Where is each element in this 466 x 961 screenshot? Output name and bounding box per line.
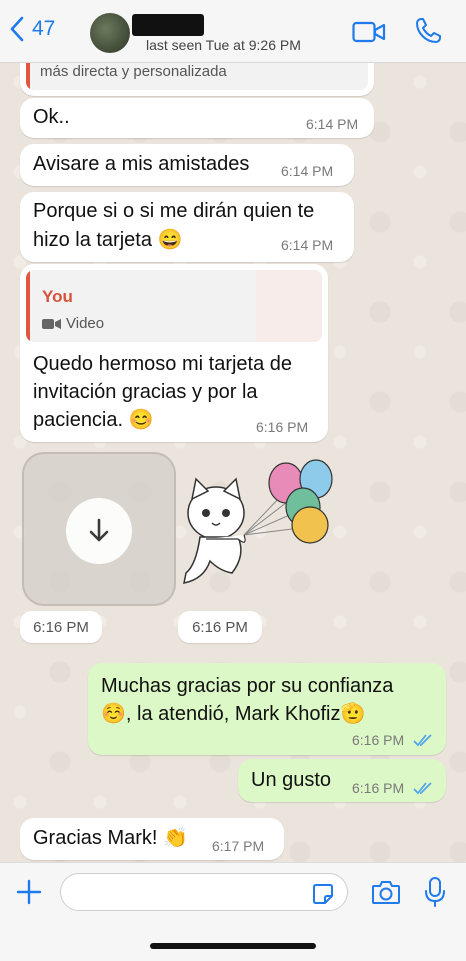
message-text: Avisare a mis amistades <box>33 153 250 175</box>
chat-header: 47 last seen Tue at 9:26 PM <box>0 0 466 63</box>
message-text-line3: paciencia. 😊 <box>33 409 154 431</box>
message-text-line1: Muchas gracias por su confianza <box>101 675 394 697</box>
download-icon <box>89 518 109 542</box>
message-bubble[interactable]: Avisare a mis amistades 6:14 PM <box>20 144 354 186</box>
message-text: Un gusto <box>251 769 332 791</box>
phone-icon[interactable] <box>414 17 442 45</box>
message-text: Gracias Mark! 👏 <box>33 827 188 849</box>
message-time: 6:16 PM <box>352 732 405 748</box>
last-seen-status: last seen Tue at 9:26 PM <box>146 37 301 53</box>
home-indicator <box>150 943 316 949</box>
redacted-name <box>132 14 204 36</box>
back-button[interactable]: 47 <box>8 16 55 42</box>
message-text-line1: Quedo hermoso mi tarjeta de <box>33 353 293 375</box>
quote-author: You <box>42 287 73 306</box>
message-text-line2: ☺️, la atendió, Mark Khofiz🫡 <box>101 703 366 725</box>
message-text-line1: Porque si o si me dirán quien te <box>33 200 315 222</box>
video-camera-icon <box>42 318 61 329</box>
quoted-text: más directa y personalizada <box>40 63 227 80</box>
camera-icon[interactable] <box>371 879 401 905</box>
quoted-message-box[interactable]: You Video <box>26 270 322 342</box>
message-input[interactable] <box>60 873 348 911</box>
sticker-time: 6:16 PM <box>178 611 262 643</box>
media-placeholder[interactable] <box>22 452 176 606</box>
message-time: 6:16 PM <box>256 419 309 435</box>
quote-bar <box>26 270 30 342</box>
message-time: 6:17 PM <box>212 838 265 854</box>
double-check-icon <box>413 782 432 795</box>
avatar[interactable] <box>90 13 130 53</box>
composer-bar <box>0 862 466 961</box>
quote-media: Video <box>42 315 104 332</box>
chevron-left-icon <box>10 16 24 42</box>
cat-balloons-sticker[interactable] <box>176 455 338 600</box>
message-time: 6:14 PM <box>306 116 359 132</box>
media-time: 6:16 PM <box>20 611 102 643</box>
double-check-icon <box>413 734 432 747</box>
video-call-icon[interactable] <box>352 20 386 44</box>
message-time: 6:16 PM <box>352 780 405 796</box>
mic-icon[interactable] <box>424 877 446 907</box>
message-text: Ok.. <box>33 106 70 128</box>
message-time: 6:14 PM <box>281 237 334 253</box>
outgoing-message-bubble[interactable]: Un gusto 6:16 PM <box>238 759 446 802</box>
sticker-icon[interactable] <box>312 883 334 905</box>
message-bubble[interactable]: Gracias Mark! 👏 6:17 PM <box>20 818 284 860</box>
message-bubble[interactable]: Porque si o si me dirán quien te hizo la… <box>20 192 354 262</box>
message-bubble[interactable]: Ok.. 6:14 PM <box>20 98 374 138</box>
plus-icon[interactable] <box>16 879 42 905</box>
quote-thumbnail <box>256 270 322 342</box>
outgoing-message-bubble[interactable]: Muchas gracias por su confianza ☺️, la a… <box>88 663 446 755</box>
message-bubble-reply[interactable]: You Video Quedo hermoso mi tarjeta de in… <box>20 264 328 442</box>
download-button[interactable] <box>66 498 132 564</box>
message-text-line2: hizo la tarjeta 😄 <box>33 229 183 251</box>
unread-count: 47 <box>32 17 56 40</box>
message-time: 6:14 PM <box>281 163 334 179</box>
quote-media-label: Video <box>66 315 105 332</box>
message-text-line2: invitación gracias y por la <box>33 381 258 403</box>
